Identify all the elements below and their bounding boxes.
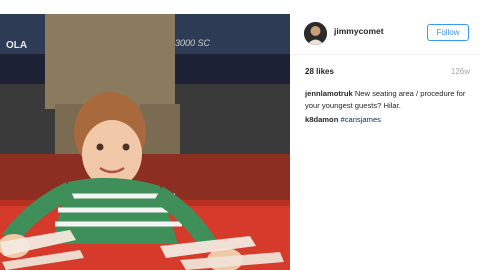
comment-author[interactable]: k8damon	[305, 115, 338, 124]
caption-author[interactable]: jennlamotruk	[305, 89, 353, 98]
post-side-panel: jimmycomet Follow 28 likes 126w jennlamo…	[292, 14, 480, 270]
avatar-image	[304, 22, 327, 45]
likes-count[interactable]: 28 likes	[305, 67, 334, 76]
post-photo-illustration: OLA 3000 SC	[0, 14, 292, 270]
username[interactable]: jimmycomet	[334, 26, 384, 36]
background-sign-left: OLA	[6, 40, 27, 51]
follow-button[interactable]: Follow	[427, 24, 469, 41]
background-sign-right: 3000 SC	[175, 38, 211, 48]
post-photo[interactable]: OLA 3000 SC	[0, 14, 292, 270]
avatar[interactable]	[304, 22, 327, 45]
post-time[interactable]: 126w	[451, 67, 470, 76]
post-caption: jennlamotruk New seating area / procedur…	[305, 88, 475, 111]
post-header: jimmycomet Follow	[292, 14, 480, 55]
comment-item: k8damon #carisjames	[305, 114, 475, 125]
comment-hashtag[interactable]: #carisjames	[340, 115, 381, 124]
